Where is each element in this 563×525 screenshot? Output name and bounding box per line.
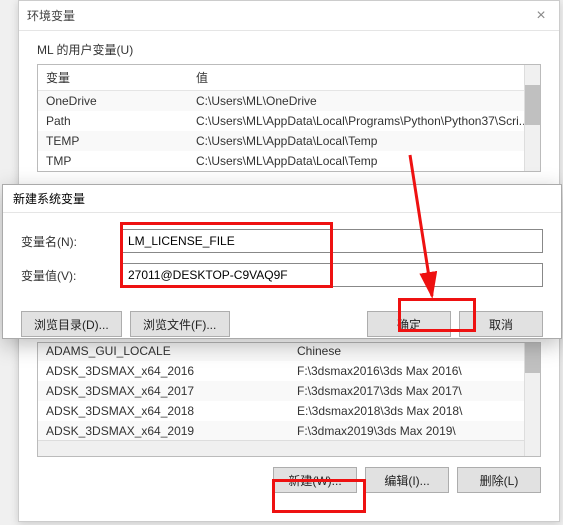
titlebar: 环境变量 × <box>19 1 559 31</box>
dialog-titlebar: 新建系统变量 <box>3 185 561 213</box>
table-row[interactable]: PathC:\Users\ML\AppData\Local\Programs\P… <box>38 111 540 131</box>
ok-button[interactable]: 确定 <box>367 311 451 337</box>
table-row[interactable]: ADSK_3DSMAX_x64_2017F:\3dsmax2017\3ds Ma… <box>38 381 540 401</box>
table-row[interactable]: ADSK_3DSMAX_x64_2019F:\3dmax2019\3ds Max… <box>38 421 540 441</box>
var-name-label: 变量名(N): <box>21 233 121 250</box>
table-row[interactable]: TEMPC:\Users\ML\AppData\Local\Temp <box>38 131 540 151</box>
table-row[interactable]: TMPC:\Users\ML\AppData\Local\Temp <box>38 151 540 171</box>
table-row[interactable]: ADSK_3DSMAX_x64_2016F:\3dsmax2016\3ds Ma… <box>38 361 540 381</box>
user-vars-label: ML 的用户变量(U) <box>19 31 559 64</box>
col-var[interactable]: 变量 <box>38 65 188 91</box>
table-row[interactable]: ADSK_3DSMAX_x64_2018E:\3dsmax2018\3ds Ma… <box>38 401 540 421</box>
system-vars-table[interactable]: ADAMS_GUI_LOCALEChinese ADSK_3DSMAX_x64_… <box>37 342 541 457</box>
var-value-input[interactable]: 27011@DESKTOP-C9VAQ9F <box>121 263 543 287</box>
scrollbar-horizontal[interactable] <box>38 440 524 456</box>
new-system-var-dialog: 新建系统变量 变量名(N): LM_LICENSE_FILE 变量值(V): 2… <box>2 184 562 339</box>
cancel-button[interactable]: 取消 <box>459 311 543 337</box>
system-vars-buttons: 新建(W)... 编辑(I)... 删除(L) <box>19 457 559 503</box>
var-name-input[interactable]: LM_LICENSE_FILE <box>121 229 543 253</box>
delete-button[interactable]: 删除(L) <box>457 467 541 493</box>
col-val[interactable]: 值 <box>188 65 540 91</box>
browse-dir-button[interactable]: 浏览目录(D)... <box>21 311 122 337</box>
edit-button[interactable]: 编辑(I)... <box>365 467 449 493</box>
close-icon[interactable]: × <box>531 7 551 25</box>
new-button[interactable]: 新建(W)... <box>273 467 357 493</box>
user-vars-table[interactable]: 变量 值 OneDriveC:\Users\ML\OneDrive PathC:… <box>37 64 541 172</box>
var-value-label: 变量值(V): <box>21 267 121 284</box>
dialog-title: 新建系统变量 <box>13 190 85 207</box>
browse-file-button[interactable]: 浏览文件(F)... <box>130 311 230 337</box>
window-title: 环境变量 <box>27 7 531 24</box>
scrollbar-vertical[interactable] <box>524 65 540 171</box>
scrollbar-vertical[interactable] <box>524 343 540 456</box>
table-row[interactable]: OneDriveC:\Users\ML\OneDrive <box>38 91 540 112</box>
